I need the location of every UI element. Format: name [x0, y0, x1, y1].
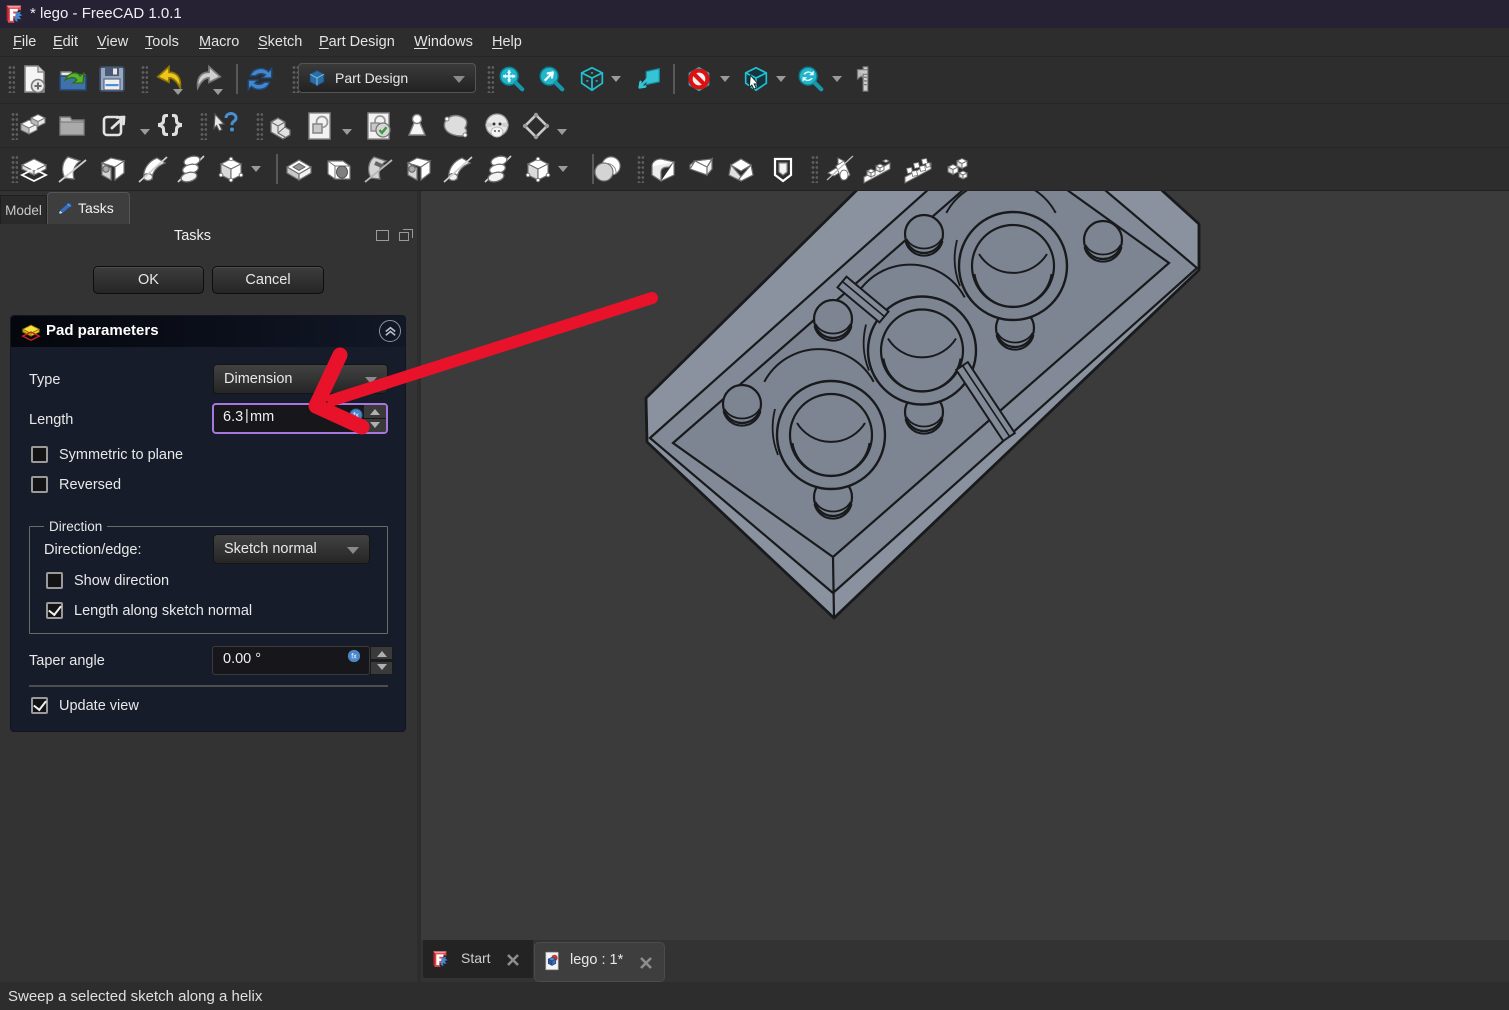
svg-text:fx: fx [353, 413, 359, 420]
svg-text:fx: fx [351, 654, 357, 661]
